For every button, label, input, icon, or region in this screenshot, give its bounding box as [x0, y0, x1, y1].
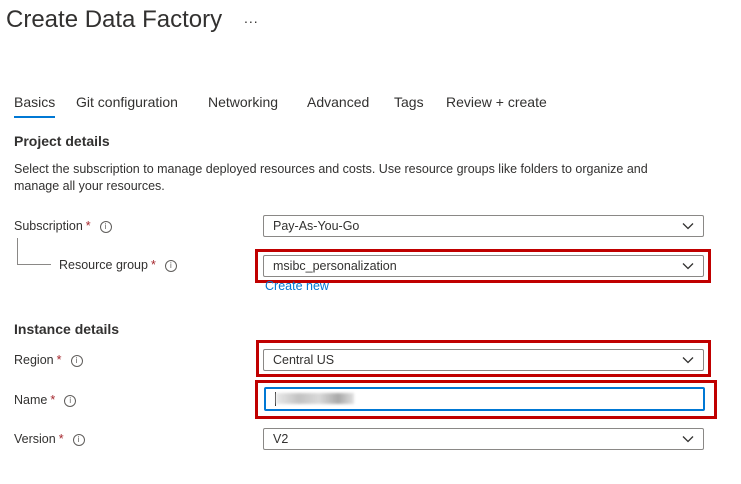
- subscription-label: Subscription: [14, 219, 83, 233]
- resource-group-dropdown[interactable]: msibc_personalization: [263, 255, 704, 277]
- obscured-name-value: [276, 393, 354, 404]
- name-input[interactable]: [264, 387, 705, 411]
- info-icon[interactable]: i: [99, 220, 112, 233]
- page-title: Create Data Factory: [6, 6, 223, 33]
- required-marker: *: [58, 432, 64, 446]
- region-label: Region: [14, 353, 54, 367]
- resource-group-value: msibc_personalization: [273, 259, 397, 273]
- project-details-description: Select the subscription to manage deploy…: [14, 162, 648, 193]
- create-new-link[interactable]: Create new: [265, 279, 329, 293]
- version-label: Version: [14, 432, 56, 446]
- version-label-row: Version * i: [14, 432, 85, 446]
- resource-group-label: Resource group: [59, 258, 148, 272]
- version-value: V2: [273, 432, 289, 446]
- info-icon[interactable]: i: [164, 259, 177, 272]
- name-label: Name: [14, 393, 48, 407]
- info-icon[interactable]: i: [72, 433, 85, 446]
- region-label-row: Region * i: [14, 353, 83, 367]
- chevron-down-icon: [682, 263, 694, 270]
- tree-connector-line: [17, 238, 18, 264]
- subscription-label-row: Subscription * i: [14, 219, 112, 233]
- info-icon[interactable]: i: [64, 394, 77, 407]
- info-icon[interactable]: i: [70, 354, 83, 367]
- required-marker: *: [50, 393, 56, 407]
- chevron-down-icon: [682, 223, 694, 230]
- chevron-down-icon: [682, 436, 694, 443]
- subscription-dropdown[interactable]: Pay-As-You-Go: [263, 215, 704, 237]
- required-marker: *: [150, 258, 156, 272]
- more-options-button[interactable]: ...: [244, 10, 259, 26]
- tab-advanced[interactable]: Advanced: [307, 94, 369, 110]
- tree-connector-line: [17, 264, 51, 265]
- required-marker: *: [56, 353, 62, 367]
- version-dropdown[interactable]: V2: [263, 428, 704, 450]
- resource-group-label-row: Resource group * i: [59, 258, 177, 272]
- tab-git-configuration[interactable]: Git configuration: [76, 94, 178, 110]
- required-marker: *: [85, 219, 91, 233]
- tab-review-create[interactable]: Review + create: [446, 94, 547, 110]
- tab-tags[interactable]: Tags: [394, 94, 424, 110]
- chevron-down-icon: [682, 357, 694, 364]
- project-details-heading: Project details: [14, 133, 110, 149]
- subscription-value: Pay-As-You-Go: [273, 219, 360, 233]
- region-dropdown[interactable]: Central US: [263, 349, 704, 371]
- instance-details-heading: Instance details: [14, 321, 120, 337]
- region-value: Central US: [273, 353, 335, 367]
- tab-basics[interactable]: Basics: [14, 94, 56, 118]
- tab-networking[interactable]: Networking: [208, 94, 278, 110]
- name-label-row: Name * i: [14, 393, 77, 407]
